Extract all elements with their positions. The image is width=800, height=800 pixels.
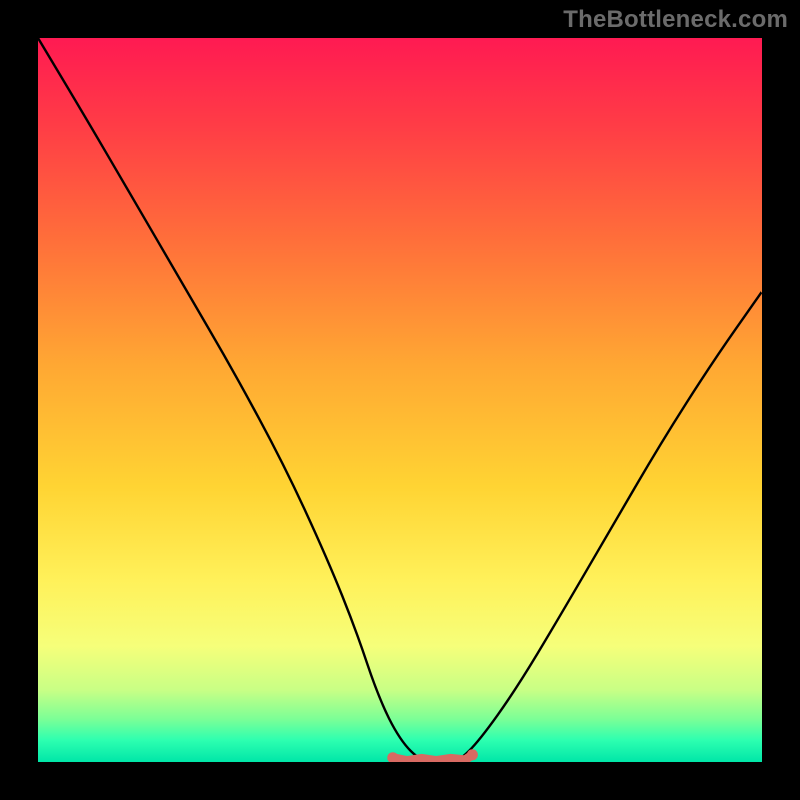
plot-area xyxy=(38,38,762,762)
flat-marker-path xyxy=(393,755,473,761)
flat-marker-endpoint xyxy=(467,749,478,760)
bottleneck-curve xyxy=(38,38,762,762)
chart-overlay xyxy=(38,38,762,762)
watermark-text: TheBottleneck.com xyxy=(563,6,788,34)
flat-region-marker xyxy=(387,749,478,762)
curve-line xyxy=(38,38,762,762)
flat-marker-endpoint xyxy=(387,752,398,762)
chart-frame: TheBottleneck.com xyxy=(0,0,800,800)
